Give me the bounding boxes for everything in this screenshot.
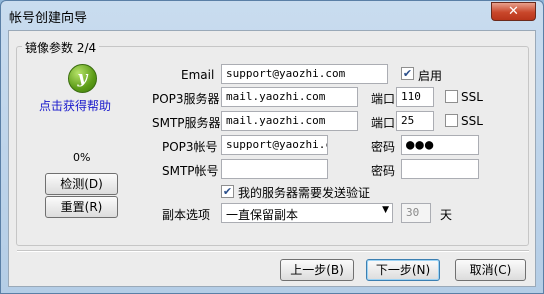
pop3-server-label: POP3服务器 [152,92,220,106]
enable-checkbox[interactable]: ✔ [401,67,414,80]
progress-percent: 0% [73,151,91,164]
cancel-button[interactable]: 取消(C) [455,259,526,281]
email-label: Email [181,68,215,82]
copy-option-label: 副本选项 [162,208,211,222]
smtp-port-field[interactable]: 25 [396,111,434,131]
group-title: 镜像参数 2/4 [22,39,100,56]
window-title: 帐号创建向导 [9,11,88,26]
smtp-ssl-checkbox[interactable] [445,114,458,127]
smtp-password-field[interactable] [401,159,479,179]
pop3-password-label: 密码 [371,140,396,154]
pop3-server-field[interactable]: mail.yaozhi.com [221,87,358,107]
enable-label: 启用 [418,69,443,83]
smtp-server-label: SMTP服务器 [152,116,221,130]
smtp-password-label: 密码 [371,164,396,178]
reset-button[interactable]: 重置(R) [45,196,118,218]
pop3-account-field[interactable]: support@yaozhi.co [221,135,328,155]
smtp-server-field[interactable]: mail.yaozhi.com [221,111,358,131]
smtp-auth-checkbox[interactable]: ✔ [221,185,234,198]
wizard-window: 帐号创建向导 ✕ 镜像参数 2/4 y 点击获得帮助 0% 检测(D) 重置(R… [0,0,544,294]
days-unit-label: 天 [440,208,453,222]
check-button[interactable]: 检测(D) [45,173,118,195]
smtp-auth-label: 我的服务器需要发送验证 [238,186,371,200]
pop3-port-label: 端口 [371,92,396,106]
smtp-account-label: SMTP帐号 [162,164,219,178]
footer-separator [17,250,529,252]
help-link[interactable]: 点击获得帮助 [39,97,111,114]
copy-option-select[interactable]: 一直保留副本 ▼ [221,203,393,223]
title-bar[interactable]: 帐号创建向导 ✕ [1,1,543,30]
pop3-port-field[interactable]: 110 [396,87,434,107]
pop3-account-label: POP3帐号 [162,140,218,154]
pop3-ssl-label: SSL [461,90,483,104]
pop3-password-field[interactable]: ●●● [401,135,479,155]
close-button[interactable]: ✕ [491,2,536,21]
pop3-ssl-checkbox[interactable] [445,90,458,103]
next-button[interactable]: 下一步(N) [366,259,440,281]
days-field: 30 [401,203,431,223]
app-logo-icon: y [68,64,97,93]
chevron-down-icon: ▼ [382,205,389,215]
dialog-client-area: 镜像参数 2/4 y 点击获得帮助 0% 检测(D) 重置(R) Email s… [8,30,536,287]
email-field[interactable]: support@yaozhi.com [221,64,388,84]
smtp-account-field[interactable] [221,159,328,179]
close-icon: ✕ [508,4,519,19]
smtp-ssl-label: SSL [461,114,483,128]
prev-button[interactable]: 上一步(B) [280,259,354,281]
copy-option-value: 一直保留副本 [226,208,299,222]
smtp-port-label: 端口 [371,116,396,130]
